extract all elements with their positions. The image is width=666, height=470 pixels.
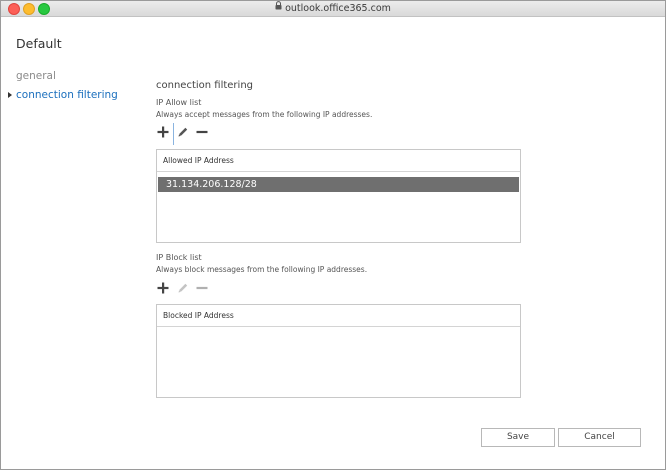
title-bar: outlook.office365.com (1, 1, 665, 17)
plus-icon (157, 123, 169, 142)
block-list-description: Always block messages from the following… (156, 265, 368, 274)
nav-item-general[interactable]: general (16, 70, 56, 82)
pencil-icon (177, 123, 189, 142)
browser-window: outlook.office365.com Default general co… (0, 0, 666, 470)
allowed-ip-row[interactable]: 31.134.206.128/28 (158, 177, 519, 192)
lock-icon (275, 1, 282, 14)
focus-caret (173, 123, 174, 145)
address-display: outlook.office365.com (1, 1, 665, 15)
allow-list-toolbar (156, 123, 216, 145)
url-text: outlook.office365.com (285, 3, 391, 14)
block-list-label: IP Block list (156, 253, 202, 262)
block-list-toolbar (156, 281, 216, 297)
minus-icon (196, 279, 208, 298)
nav-item-connection-filtering[interactable]: connection filtering (16, 89, 118, 101)
page-title: Default (16, 36, 62, 51)
blocked-ip-list[interactable]: Blocked IP Address (156, 304, 521, 398)
pencil-icon (177, 279, 189, 298)
edit-allowed-ip-button[interactable] (176, 125, 190, 139)
cancel-button[interactable]: Cancel (558, 428, 641, 447)
save-button[interactable]: Save (481, 428, 555, 447)
blocked-ip-column-header[interactable]: Blocked IP Address (157, 305, 520, 327)
allowed-ip-column-header[interactable]: Allowed IP Address (157, 150, 520, 172)
allow-list-label: IP Allow list (156, 98, 202, 107)
allow-list-description: Always accept messages from the followin… (156, 110, 373, 119)
plus-icon (157, 279, 169, 298)
section-title: connection filtering (156, 80, 254, 91)
add-allowed-ip-button[interactable] (156, 125, 170, 139)
remove-allowed-ip-button[interactable] (195, 125, 209, 139)
allowed-ip-list[interactable]: Allowed IP Address 31.134.206.128/28 (156, 149, 521, 243)
remove-blocked-ip-button[interactable] (195, 281, 209, 295)
selected-arrow-icon (8, 92, 12, 98)
add-blocked-ip-button[interactable] (156, 281, 170, 295)
edit-blocked-ip-button[interactable] (176, 281, 190, 295)
minus-icon (196, 123, 208, 142)
